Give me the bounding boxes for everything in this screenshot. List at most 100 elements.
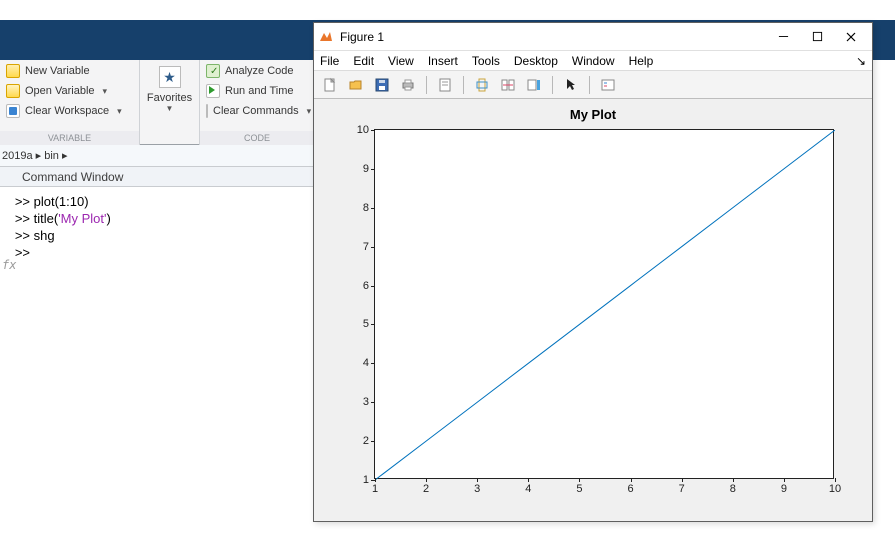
pointer-icon [563, 77, 579, 93]
command-line: >> title('My Plot') [4, 210, 311, 227]
close-button[interactable] [834, 23, 868, 51]
y-tick-label: 10 [341, 124, 375, 136]
figure-menubar: File Edit View Insert Tools Desktop Window Help… [314, 51, 872, 71]
figure-titlebar[interactable]: Figure 1 [314, 23, 872, 51]
open-file-icon [348, 77, 364, 93]
open-variable-label: Open Variable [25, 85, 95, 97]
y-tick-label: 9 [341, 163, 375, 175]
command-window[interactable]: >> plot(1:10) >> title('My Plot') >> shg… [0, 187, 315, 543]
analyze-code-icon: ✓ [206, 64, 220, 78]
toolstrip: New Variable Open Variable Clear Workspa… [0, 60, 315, 145]
command-window-fx-icon[interactable]: fx [2, 258, 16, 272]
y-tick-mark [371, 286, 375, 287]
command-line: >> shg [4, 227, 311, 244]
x-tick-mark [784, 478, 785, 482]
clear-commands-label: Clear Commands [213, 105, 299, 117]
x-tick-mark [477, 478, 478, 482]
print-button[interactable] [398, 75, 418, 95]
y-tick-label: 8 [341, 202, 375, 214]
maximize-button[interactable] [800, 23, 834, 51]
page-setup-button[interactable] [435, 75, 455, 95]
print-icon [400, 77, 416, 93]
colorbar-icon [526, 77, 542, 93]
minimize-button[interactable] [766, 23, 800, 51]
run-and-time-icon [206, 84, 220, 98]
insert-colorbar-button[interactable] [524, 75, 544, 95]
clear-commands-icon [206, 104, 208, 118]
analyze-code-button[interactable]: ✓ Analyze Code [206, 62, 308, 80]
menu-window[interactable]: Window [572, 51, 615, 71]
toolstrip-code-section: ✓ Analyze Code Run and Time Clear Comman… [200, 60, 315, 145]
figure-window: Figure 1 File Edit View Insert Tools Desktop W… [313, 22, 873, 522]
plot-axes[interactable]: 1234567891012345678910 [374, 129, 834, 479]
x-tick-mark [375, 478, 376, 482]
new-variable-button[interactable]: New Variable [6, 62, 133, 80]
favorites-star-icon: ★ [159, 66, 181, 88]
edit-plot-button[interactable] [561, 75, 581, 95]
command-line: >> [4, 244, 311, 261]
data-cursor-button[interactable] [472, 75, 492, 95]
open-variable-button[interactable]: Open Variable [6, 82, 133, 100]
x-tick-mark [631, 478, 632, 482]
clear-workspace-icon [6, 104, 20, 118]
y-tick-label: 3 [341, 396, 375, 408]
save-icon [374, 77, 390, 93]
menu-view[interactable]: View [388, 51, 414, 71]
data-cursor-icon [474, 77, 490, 93]
figure-canvas: My Plot 1234567891012345678910 [314, 99, 872, 521]
menu-file[interactable]: File [320, 51, 339, 71]
data-line [375, 130, 835, 480]
y-tick-label: 7 [341, 241, 375, 253]
link-icon [500, 77, 516, 93]
figure-toolbar [314, 71, 872, 99]
new-variable-icon [6, 64, 20, 78]
menu-insert[interactable]: Insert [428, 51, 458, 71]
toolbar-separator [463, 76, 464, 94]
toolbar-separator [552, 76, 553, 94]
x-tick-mark [682, 478, 683, 482]
favorites-button[interactable]: ★ Favorites ▼ [140, 60, 199, 130]
plot-line-svg [375, 130, 835, 480]
menu-help[interactable]: Help [629, 51, 654, 71]
link-plot-button[interactable] [498, 75, 518, 95]
command-line: >> plot(1:10) [4, 193, 311, 210]
insert-legend-button[interactable] [598, 75, 618, 95]
x-tick-mark [733, 478, 734, 482]
y-tick-mark [371, 208, 375, 209]
x-tick-mark [426, 478, 427, 482]
clear-commands-button[interactable]: Clear Commands [206, 102, 308, 120]
legend-icon [600, 77, 616, 93]
save-button[interactable] [372, 75, 392, 95]
close-icon [845, 31, 857, 43]
command-window-title: Command Window [0, 167, 315, 187]
y-tick-mark [371, 363, 375, 364]
menu-desktop[interactable]: Desktop [514, 51, 558, 71]
y-tick-mark [371, 402, 375, 403]
dock-figure-icon[interactable]: ↘ [856, 54, 866, 68]
current-folder-path[interactable]: 2019a ▸ bin ▸ [0, 145, 315, 167]
clear-workspace-label: Clear Workspace [25, 105, 109, 117]
y-tick-mark [371, 441, 375, 442]
menu-tools[interactable]: Tools [472, 51, 500, 71]
y-tick-mark [371, 324, 375, 325]
matlab-app-icon [318, 29, 334, 45]
y-tick-mark [371, 247, 375, 248]
maximize-icon [812, 31, 823, 42]
y-tick-label: 5 [341, 318, 375, 330]
menu-edit[interactable]: Edit [353, 51, 374, 71]
clear-workspace-button[interactable]: Clear Workspace [6, 102, 133, 120]
y-tick-label: 4 [341, 357, 375, 369]
y-tick-mark [371, 130, 375, 131]
run-and-time-button[interactable]: Run and Time [206, 82, 308, 100]
x-tick-mark [528, 478, 529, 482]
minimize-icon [778, 31, 789, 42]
toolbar-separator [589, 76, 590, 94]
plot-title: My Plot [314, 107, 872, 122]
new-figure-button[interactable] [320, 75, 340, 95]
page-setup-icon [437, 77, 453, 93]
toolstrip-code-label: CODE [200, 131, 314, 145]
y-tick-label: 2 [341, 435, 375, 447]
open-button[interactable] [346, 75, 366, 95]
figure-title: Figure 1 [340, 30, 766, 44]
toolstrip-variable-section: New Variable Open Variable Clear Workspa… [0, 60, 140, 145]
